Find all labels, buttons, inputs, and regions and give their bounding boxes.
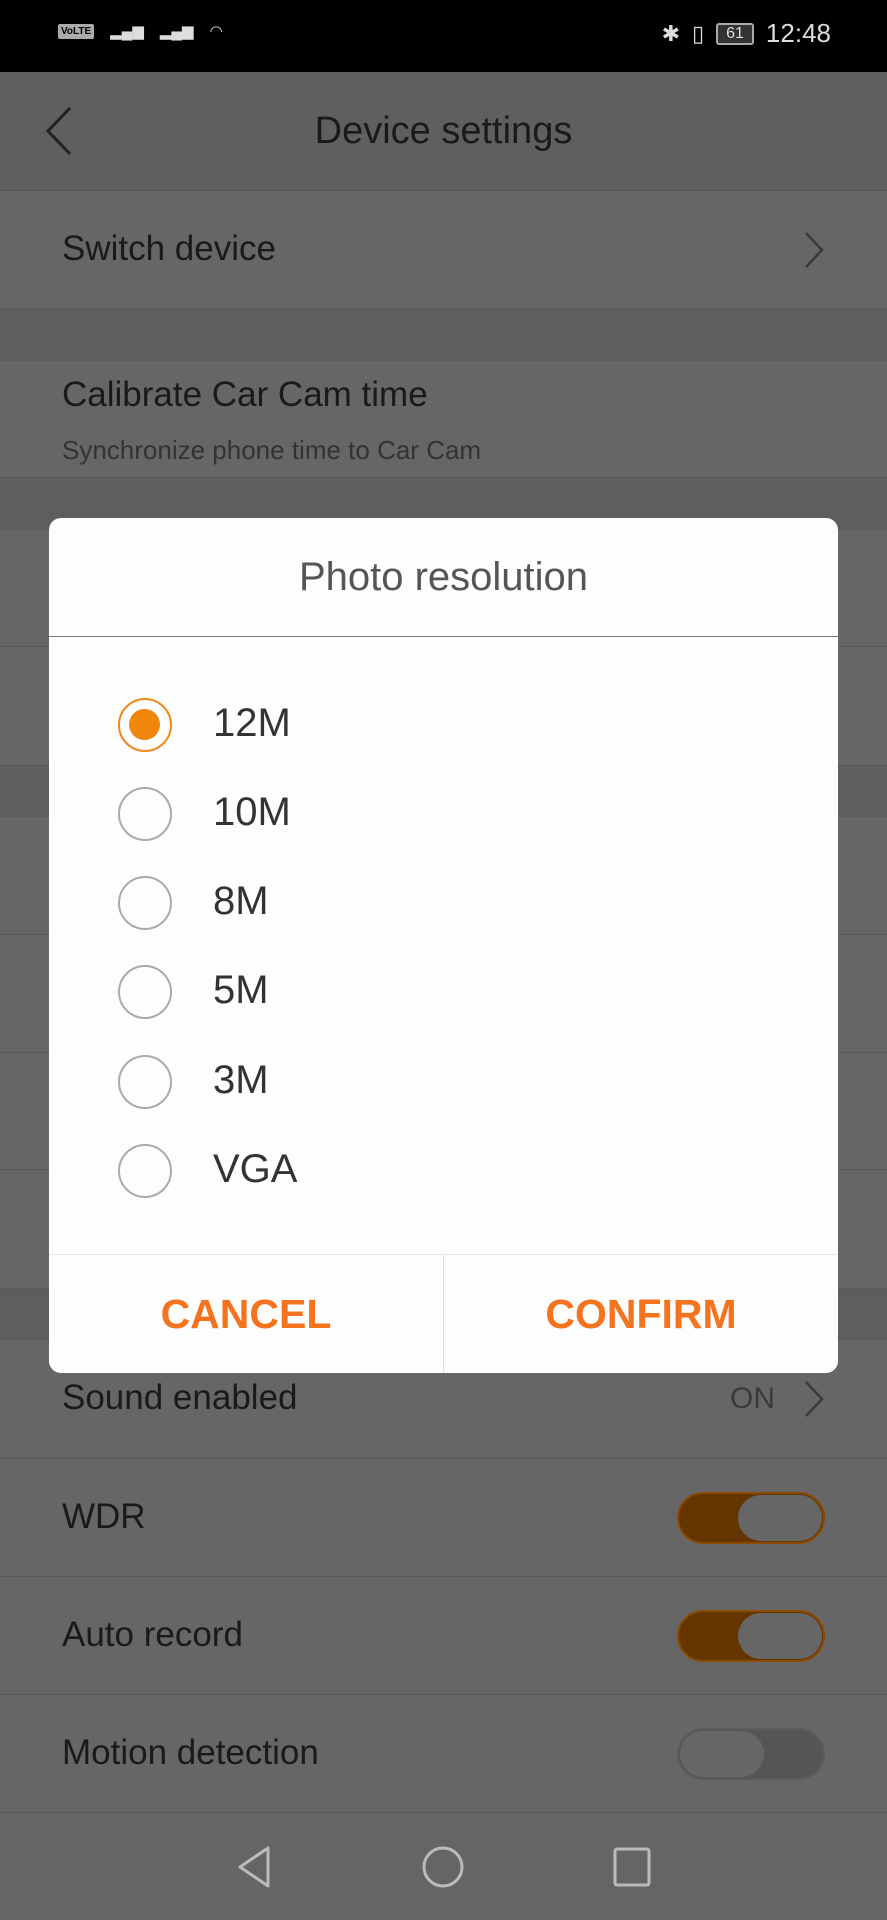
wdr-row: WDR (0, 1459, 887, 1577)
chevron-right-icon (805, 232, 824, 268)
calibrate-row[interactable]: Calibrate Car Cam time Synchronize phone… (0, 361, 887, 478)
wdr-toggle[interactable] (677, 1492, 825, 1544)
status-bar: VoLTE ▂▄▆ ▂▄▆ ◠ ✱ ▯ 61 12:48 (0, 0, 887, 72)
battery-icon: 61 (716, 22, 754, 45)
option-10m[interactable]: 10M (49, 770, 838, 859)
radio-icon[interactable] (118, 1144, 172, 1198)
navigation-bar (0, 1813, 887, 1920)
switch-device-label: Switch device (62, 229, 276, 268)
page-title: Device settings (314, 110, 573, 152)
radio-icon[interactable] (118, 787, 172, 841)
toggle-thumb (738, 1613, 822, 1659)
option-5m[interactable]: 5M (49, 948, 838, 1037)
cancel-button[interactable]: CANCEL (49, 1255, 443, 1373)
sound-enabled-label: Sound enabled (62, 1378, 298, 1417)
photo-resolution-dialog: Photo resolution 12M 10M 8M 5M 3M VGA CA… (49, 518, 838, 1373)
option-label: 8M (213, 879, 269, 923)
radio-selected-icon[interactable] (118, 698, 172, 752)
switch-device-row[interactable]: Switch device (0, 191, 887, 309)
radio-icon[interactable] (118, 1055, 172, 1109)
nav-back-icon[interactable] (234, 1845, 274, 1889)
clock: 12:48 (765, 18, 831, 48)
option-8m[interactable]: 8M (49, 859, 838, 948)
sound-enabled-value: ON (730, 1382, 775, 1415)
calibrate-subtitle: Synchronize phone time to Car Cam (62, 435, 482, 465)
motion-detection-toggle[interactable] (677, 1728, 825, 1780)
nav-home-icon[interactable] (421, 1845, 465, 1889)
auto-record-toggle[interactable] (677, 1610, 825, 1662)
volte-icon: VoLTE (58, 23, 95, 39)
radio-icon[interactable] (118, 876, 172, 930)
signal-icon: ▂▄▆ (110, 23, 144, 40)
wifi-icon: ◠ (209, 23, 223, 40)
option-3m[interactable]: 3M (49, 1038, 838, 1127)
vibrate-icon: ▯ (692, 20, 705, 46)
confirm-button[interactable]: CONFIRM (443, 1255, 838, 1373)
dialog-title: Photo resolution (49, 518, 838, 637)
option-label: VGA (213, 1147, 298, 1191)
section-gap (0, 309, 887, 361)
radio-icon[interactable] (118, 965, 172, 1019)
motion-detection-row: Motion detection (0, 1695, 887, 1813)
option-vga[interactable]: VGA (49, 1127, 838, 1216)
chevron-right-icon (805, 1381, 824, 1417)
calibrate-label: Calibrate Car Cam time (62, 375, 428, 414)
app-header: Device settings (0, 72, 887, 191)
toggle-thumb (680, 1731, 764, 1777)
wdr-label: WDR (62, 1497, 146, 1536)
option-label: 10M (213, 790, 291, 834)
signal-icon-2: ▂▄▆ (159, 23, 194, 40)
option-label: 3M (213, 1058, 269, 1102)
nav-recents-icon[interactable] (612, 1845, 652, 1889)
motion-detection-label: Motion detection (62, 1733, 319, 1772)
option-label: 5M (213, 968, 269, 1012)
dialog-buttons: CANCEL CONFIRM (49, 1254, 838, 1373)
bluetooth-icon: ✱ (661, 20, 681, 46)
option-label: 12M (213, 701, 291, 745)
auto-record-row: Auto record (0, 1577, 887, 1695)
option-12m[interactable]: 12M (49, 681, 838, 770)
toggle-thumb (738, 1495, 822, 1541)
auto-record-label: Auto record (62, 1615, 243, 1654)
